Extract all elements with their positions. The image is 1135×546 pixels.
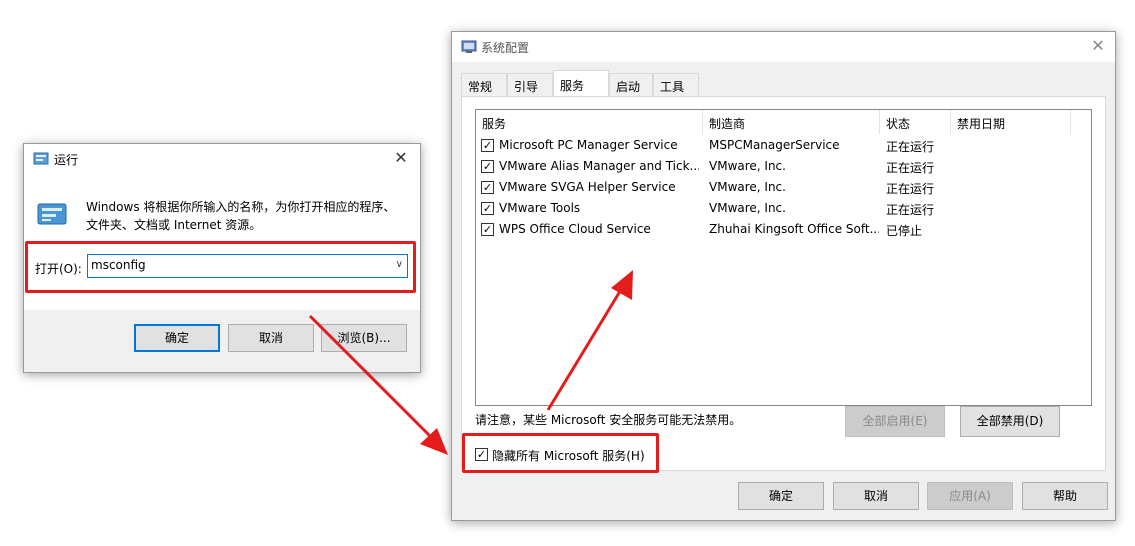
annotation-arrows	[308, 270, 633, 455]
arrow-to-services-icon	[308, 314, 448, 455]
arrow-to-list-icon	[546, 270, 633, 411]
